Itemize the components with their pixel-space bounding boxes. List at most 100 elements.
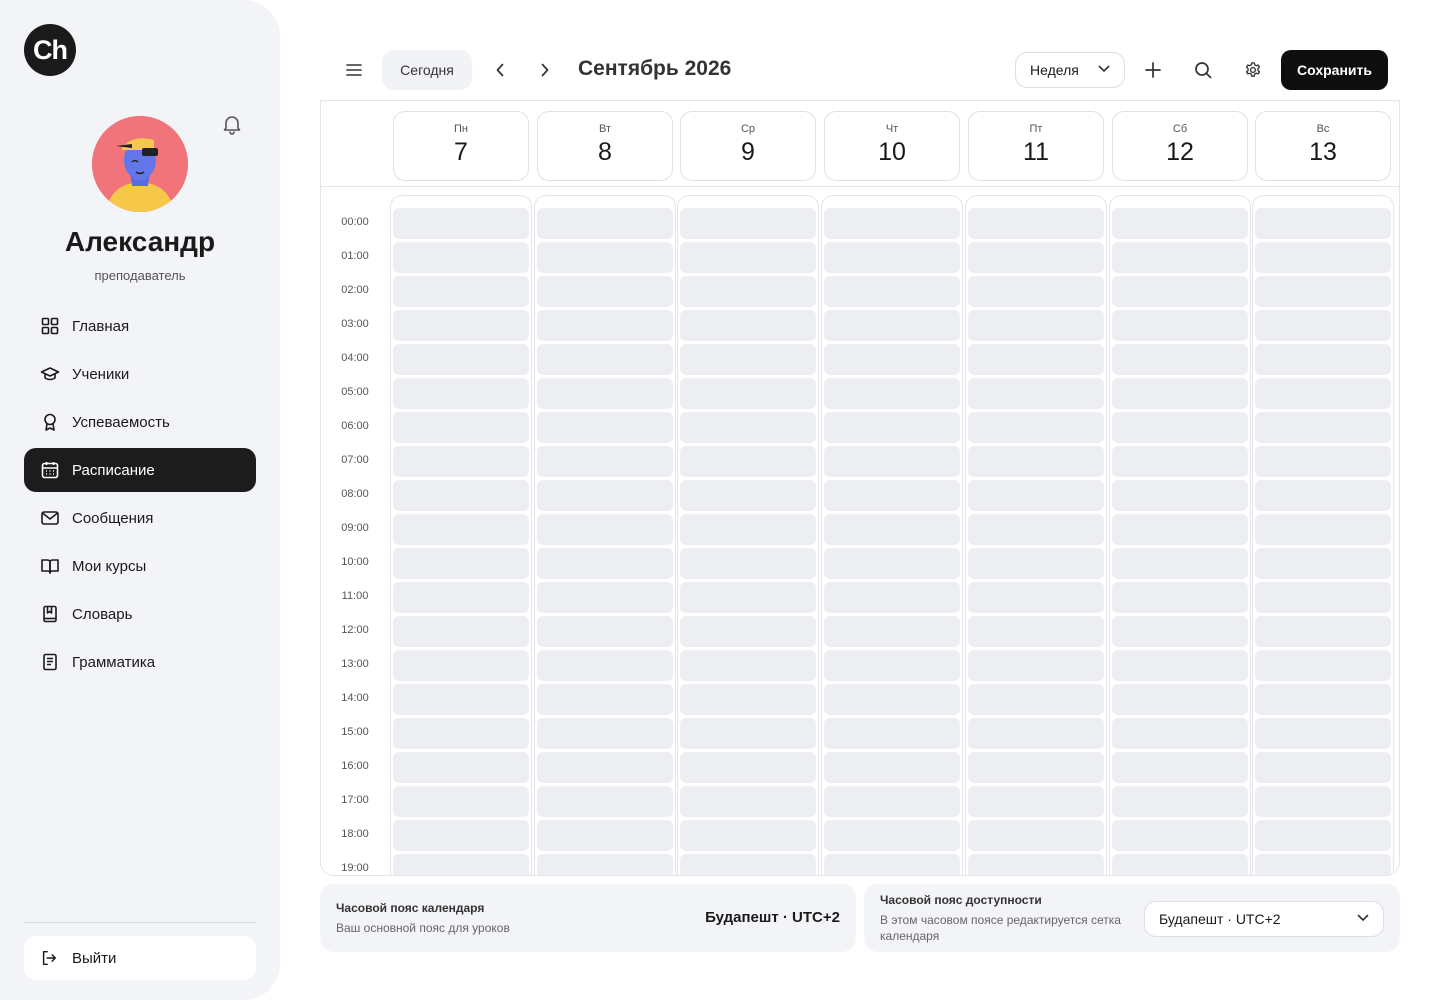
time-slot[interactable] bbox=[680, 786, 816, 817]
time-slot[interactable] bbox=[537, 718, 673, 749]
time-slot[interactable] bbox=[393, 786, 529, 817]
time-slot[interactable] bbox=[968, 378, 1104, 409]
time-slot[interactable] bbox=[1255, 752, 1391, 783]
time-slot[interactable] bbox=[824, 412, 960, 443]
time-slot[interactable] bbox=[968, 752, 1104, 783]
time-slot[interactable] bbox=[968, 820, 1104, 851]
time-slot[interactable] bbox=[1255, 208, 1391, 239]
time-slot[interactable] bbox=[537, 208, 673, 239]
time-slot[interactable] bbox=[393, 242, 529, 273]
time-slot[interactable] bbox=[393, 208, 529, 239]
time-slot[interactable] bbox=[680, 854, 816, 875]
time-slot[interactable] bbox=[393, 378, 529, 409]
time-slot[interactable] bbox=[1255, 582, 1391, 613]
sidebar-item-students[interactable]: Ученики bbox=[24, 352, 256, 396]
time-slot[interactable] bbox=[537, 650, 673, 681]
time-slot[interactable] bbox=[393, 718, 529, 749]
time-slot[interactable] bbox=[824, 310, 960, 341]
time-slot[interactable] bbox=[968, 548, 1104, 579]
time-slot[interactable] bbox=[824, 208, 960, 239]
time-slot[interactable] bbox=[537, 412, 673, 443]
time-slot[interactable] bbox=[824, 344, 960, 375]
time-slot[interactable] bbox=[393, 480, 529, 511]
time-slot[interactable] bbox=[1255, 310, 1391, 341]
time-slot[interactable] bbox=[824, 514, 960, 545]
sidebar-item-messages[interactable]: Сообщения bbox=[24, 496, 256, 540]
time-slot[interactable] bbox=[1112, 684, 1248, 715]
today-button[interactable]: Сегодня bbox=[382, 50, 472, 90]
time-slot[interactable] bbox=[968, 446, 1104, 477]
time-slot[interactable] bbox=[824, 446, 960, 477]
time-slot[interactable] bbox=[968, 718, 1104, 749]
save-button[interactable]: Сохранить bbox=[1281, 50, 1388, 90]
time-slot[interactable] bbox=[1112, 854, 1248, 875]
time-slot[interactable] bbox=[537, 616, 673, 647]
time-slot[interactable] bbox=[680, 616, 816, 647]
time-slot[interactable] bbox=[968, 480, 1104, 511]
time-slot[interactable] bbox=[1112, 276, 1248, 307]
time-slot[interactable] bbox=[537, 378, 673, 409]
time-slot[interactable] bbox=[680, 242, 816, 273]
time-slot[interactable] bbox=[1112, 242, 1248, 273]
plus-icon[interactable] bbox=[1141, 58, 1165, 82]
time-slot[interactable] bbox=[1255, 344, 1391, 375]
time-slot[interactable] bbox=[537, 684, 673, 715]
app-logo[interactable]: Ch bbox=[24, 24, 76, 76]
time-slot[interactable] bbox=[393, 310, 529, 341]
time-slot[interactable] bbox=[824, 242, 960, 273]
time-slot[interactable] bbox=[1255, 242, 1391, 273]
time-slot[interactable] bbox=[1255, 718, 1391, 749]
time-slot[interactable] bbox=[1112, 412, 1248, 443]
time-slot[interactable] bbox=[537, 446, 673, 477]
time-slot[interactable] bbox=[1112, 344, 1248, 375]
day-header[interactable]: Ср 9 bbox=[680, 111, 816, 181]
time-slot[interactable] bbox=[1255, 548, 1391, 579]
time-slot[interactable] bbox=[1112, 650, 1248, 681]
time-slot[interactable] bbox=[680, 344, 816, 375]
time-slot[interactable] bbox=[537, 480, 673, 511]
time-slot[interactable] bbox=[1255, 378, 1391, 409]
time-slot[interactable] bbox=[537, 548, 673, 579]
time-slot[interactable] bbox=[1112, 208, 1248, 239]
time-slot[interactable] bbox=[1255, 514, 1391, 545]
time-slot[interactable] bbox=[393, 514, 529, 545]
time-slot[interactable] bbox=[824, 480, 960, 511]
time-slot[interactable] bbox=[1112, 752, 1248, 783]
time-slot[interactable] bbox=[1255, 412, 1391, 443]
time-slot[interactable] bbox=[824, 650, 960, 681]
day-header[interactable]: Чт 10 bbox=[824, 111, 960, 181]
time-slot[interactable] bbox=[968, 650, 1104, 681]
time-slot[interactable] bbox=[824, 684, 960, 715]
time-slot[interactable] bbox=[968, 582, 1104, 613]
gear-icon[interactable] bbox=[1241, 58, 1265, 82]
time-slot[interactable] bbox=[1255, 616, 1391, 647]
time-slot[interactable] bbox=[1255, 786, 1391, 817]
day-header[interactable]: Пн 7 bbox=[393, 111, 529, 181]
time-slot[interactable] bbox=[824, 616, 960, 647]
time-slot[interactable] bbox=[824, 820, 960, 851]
time-slot[interactable] bbox=[680, 582, 816, 613]
search-icon[interactable] bbox=[1191, 58, 1215, 82]
time-slot[interactable] bbox=[968, 344, 1104, 375]
time-slot[interactable] bbox=[537, 854, 673, 875]
time-slot[interactable] bbox=[537, 582, 673, 613]
time-slot[interactable] bbox=[393, 276, 529, 307]
time-slot[interactable] bbox=[1112, 446, 1248, 477]
time-slot[interactable] bbox=[968, 616, 1104, 647]
time-slot[interactable] bbox=[1255, 684, 1391, 715]
time-slot[interactable] bbox=[393, 650, 529, 681]
day-header[interactable]: Сб 12 bbox=[1112, 111, 1248, 181]
time-slot[interactable] bbox=[824, 854, 960, 875]
time-slot[interactable] bbox=[968, 412, 1104, 443]
time-slot[interactable] bbox=[393, 446, 529, 477]
time-slot[interactable] bbox=[680, 446, 816, 477]
menu-icon[interactable] bbox=[340, 58, 368, 82]
time-slot[interactable] bbox=[680, 480, 816, 511]
sidebar-item-home[interactable]: Главная bbox=[24, 304, 256, 348]
time-slot[interactable] bbox=[824, 276, 960, 307]
time-slot[interactable] bbox=[680, 378, 816, 409]
time-slot[interactable] bbox=[968, 208, 1104, 239]
time-slot[interactable] bbox=[537, 344, 673, 375]
time-slot[interactable] bbox=[968, 854, 1104, 875]
sidebar-item-grammar[interactable]: Грамматика bbox=[24, 640, 256, 684]
